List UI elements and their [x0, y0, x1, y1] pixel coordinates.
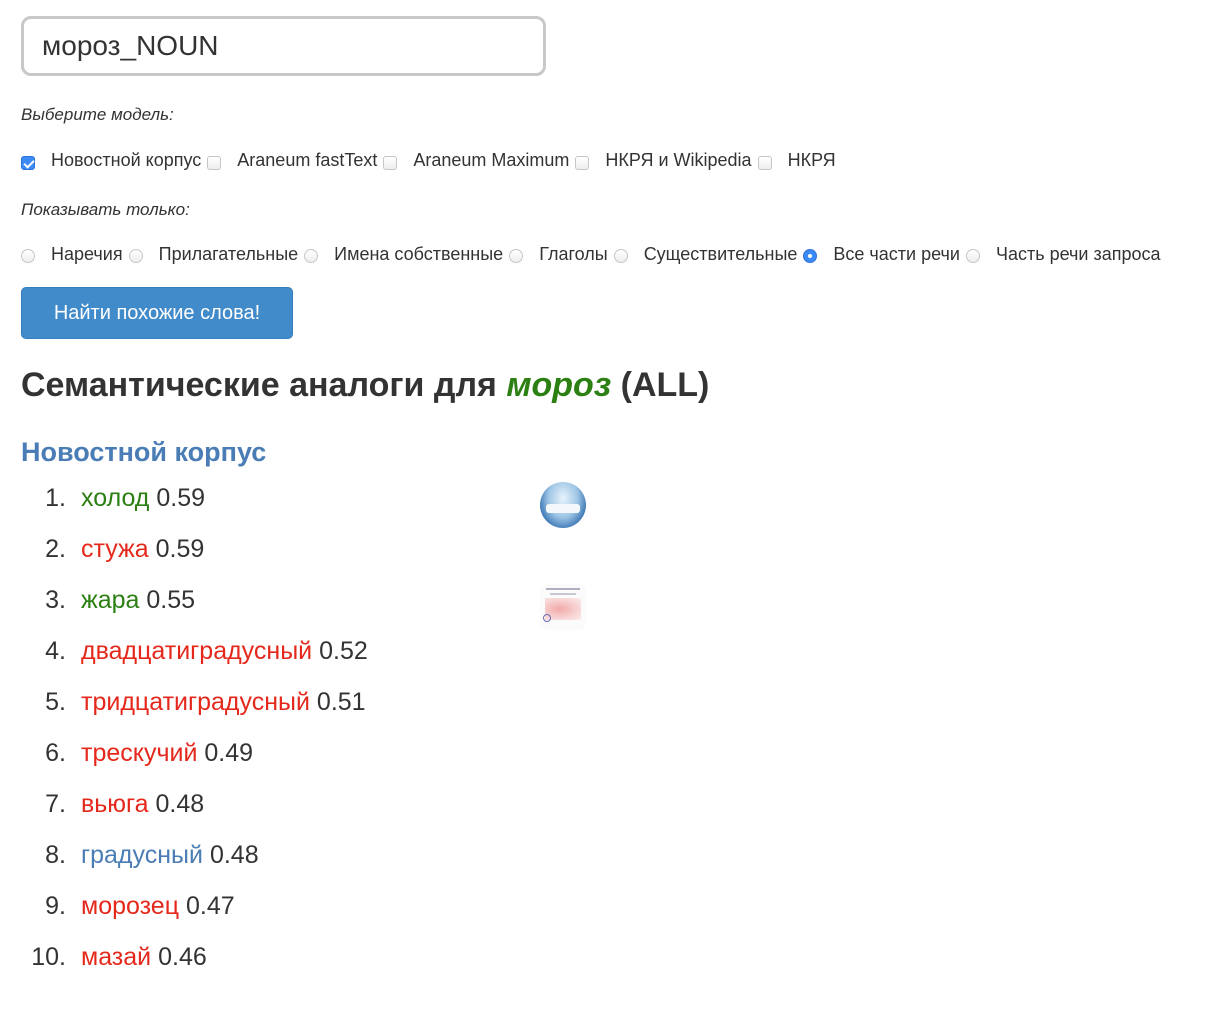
- pos-radio-adjectives[interactable]: [128, 248, 143, 263]
- item-number: 10.: [31, 943, 66, 971]
- similarity-score: 0.59: [155, 535, 205, 563]
- list-item: 1. холод 0.59: [0, 484, 600, 524]
- similarity-score: 0.55: [146, 586, 196, 614]
- list-item: 3. жара 0.55: [0, 586, 600, 626]
- model-caption: Выберите модель:: [21, 105, 174, 124]
- pos-option-adverbs[interactable]: Наречия: [21, 244, 129, 265]
- result-word-link[interactable]: жара: [81, 586, 139, 614]
- item-number: 6.: [45, 739, 66, 767]
- pos-option-nouns[interactable]: Существительные: [613, 244, 804, 265]
- list-item: 2. стужа 0.59: [0, 535, 600, 575]
- pos-option-query-pos[interactable]: Часть речи запроса: [965, 244, 1167, 265]
- heading-prefix: Семантические аналоги для: [21, 366, 507, 404]
- pos-option-proper-nouns[interactable]: Имена собственные: [304, 244, 509, 265]
- model-checkbox-news[interactable]: [21, 155, 35, 170]
- similarity-score: 0.52: [319, 637, 368, 665]
- ice-photo-thumbnail[interactable]: [540, 482, 586, 528]
- result-word-link[interactable]: трескучий: [81, 739, 197, 767]
- pos-radio-verbs[interactable]: [509, 248, 524, 263]
- item-number: 7.: [45, 790, 66, 818]
- result-word-link[interactable]: тридцатиградусный: [81, 688, 310, 716]
- pos-option-adjectives[interactable]: Прилагательные: [128, 244, 305, 265]
- model-option-news[interactable]: Новостной корпус: [21, 150, 207, 171]
- pos-radio-all[interactable]: [803, 248, 818, 263]
- model-checkbox-nkrya-wikipedia[interactable]: [575, 155, 590, 170]
- pos-radio-nouns[interactable]: [613, 248, 628, 263]
- model-options: Новостной корпус Araneum fastText Araneu…: [21, 150, 842, 171]
- item-number: 2.: [45, 535, 66, 563]
- item-number: 4.: [45, 637, 66, 665]
- model-checkbox-araneum-fasttext[interactable]: [207, 155, 222, 170]
- similarity-score: 0.48: [209, 841, 259, 869]
- pos-options: Наречия Прилагательные Имена собственные…: [21, 244, 1166, 265]
- pos-option-all[interactable]: Все части речи: [803, 244, 966, 265]
- find-similar-button[interactable]: Найти похожие слова!: [21, 287, 293, 339]
- list-item: 8. градусный 0.48: [0, 841, 600, 881]
- model-checkbox-nkrya[interactable]: [757, 155, 772, 170]
- result-word-link[interactable]: холод: [81, 484, 149, 512]
- pos-option-verbs[interactable]: Глаголы: [509, 244, 613, 265]
- result-word-link[interactable]: вьюга: [81, 790, 149, 818]
- similarity-score: 0.59: [156, 484, 206, 512]
- model-checkbox-araneum-maximum[interactable]: [383, 155, 398, 170]
- pos-radio-query-pos[interactable]: [965, 248, 980, 263]
- similarity-score: 0.51: [316, 688, 366, 716]
- similarity-score: 0.46: [158, 943, 207, 971]
- item-number: 8.: [45, 841, 66, 869]
- pos-radio-adverbs[interactable]: [21, 248, 35, 263]
- result-word-link[interactable]: мазай: [81, 943, 151, 971]
- query-input[interactable]: [21, 16, 546, 76]
- result-word-link[interactable]: двадцатиградусный: [81, 637, 312, 665]
- pos-caption: Показывать только:: [21, 200, 190, 219]
- item-number: 5.: [45, 688, 66, 716]
- heading-suffix: (ALL): [611, 366, 710, 404]
- pos-radio-proper-nouns[interactable]: [304, 248, 319, 263]
- heading-query-word: мороз: [506, 366, 612, 404]
- result-word-link[interactable]: морозец: [81, 892, 179, 920]
- model-option-araneum-fasttext[interactable]: Araneum fastText: [207, 150, 383, 171]
- item-number: 9.: [45, 892, 66, 920]
- result-word-link[interactable]: градусный: [81, 841, 203, 869]
- model-option-araneum-maximum[interactable]: Araneum Maximum: [383, 150, 575, 171]
- item-number: 1.: [45, 484, 66, 512]
- heat-map-thumbnail[interactable]: [540, 584, 586, 630]
- model-option-nkrya[interactable]: НКРЯ: [757, 150, 842, 171]
- list-item: 4. двадцатиградусный 0.52: [0, 637, 600, 677]
- list-item: 7. вьюга 0.48: [0, 790, 600, 830]
- list-item: 5. тридцатиградусный 0.51: [0, 688, 600, 728]
- item-number: 3.: [45, 586, 66, 614]
- model-title: Новостной корпус: [21, 437, 267, 467]
- similarity-score: 0.48: [155, 790, 205, 818]
- similarity-score: 0.47: [185, 892, 235, 920]
- list-item: 10. мазай 0.46: [0, 943, 600, 983]
- model-option-nkrya-wikipedia[interactable]: НКРЯ и Wikipedia: [575, 150, 757, 171]
- list-item: 9. морозец 0.47: [0, 892, 600, 932]
- list-item: 6. трескучий 0.49: [0, 739, 600, 779]
- results-heading: Семантические аналоги для мороз (ALL): [21, 366, 709, 405]
- similarity-score: 0.49: [204, 739, 254, 767]
- result-word-link[interactable]: стужа: [81, 535, 149, 563]
